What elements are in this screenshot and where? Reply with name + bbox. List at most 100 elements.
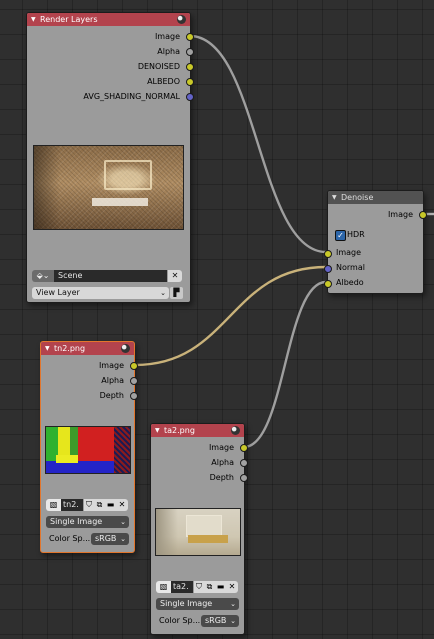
preview-sink-counter bbox=[92, 198, 148, 206]
render-layers-node[interactable]: ▼ Render Layers Image Alpha DENOISED ALB… bbox=[26, 12, 194, 303]
preview-yellow-region bbox=[58, 427, 70, 457]
output-image-socket[interactable] bbox=[186, 33, 194, 41]
ta2-output-depth-label: Depth bbox=[209, 473, 234, 482]
ta2-source-value: Single Image bbox=[160, 599, 213, 608]
collapse-triangle-icon[interactable]: ▼ bbox=[332, 191, 337, 204]
tn2-unlink-button[interactable]: ✕ bbox=[116, 499, 128, 511]
tn2-header[interactable]: ▼ tn2.png bbox=[41, 342, 134, 355]
tn2-output-depth-socket[interactable] bbox=[130, 392, 138, 400]
denoise-output-image-label: Image bbox=[387, 210, 413, 219]
node-preview-sphere-icon[interactable] bbox=[121, 344, 130, 353]
ta2-output-alpha-label: Alpha bbox=[211, 458, 234, 467]
ta2-image-browse-button[interactable]: ▧ bbox=[156, 581, 171, 593]
tn2-image-node[interactable]: ▼ tn2.png Image Alpha Depth ▧ tn2. ⛉ ⧉ ▬… bbox=[40, 341, 138, 553]
tn2-source-value: Single Image bbox=[50, 517, 103, 526]
tn2-output-alpha-socket[interactable] bbox=[130, 377, 138, 385]
ta2-image-node[interactable]: ▼ ta2.png Image Alpha Depth ▧ ta2. ⛉ ⧉ ▬… bbox=[150, 423, 248, 635]
denoise-title: Denoise bbox=[341, 193, 374, 202]
denoise-node[interactable]: ▼ Denoise Image ✓ HDR Image Normal Albed… bbox=[324, 190, 427, 294]
collapse-triangle-icon[interactable]: ▼ bbox=[31, 13, 36, 26]
render-active-scene-icon[interactable]: ▛ bbox=[170, 287, 183, 299]
denoise-output-image-socket[interactable] bbox=[419, 211, 427, 219]
preview-doorway bbox=[156, 509, 178, 555]
tn2-image-name-field[interactable]: tn2. bbox=[61, 499, 83, 511]
ta2-duplicate-icon[interactable]: ⧉ bbox=[204, 581, 215, 593]
tn2-fake-user-icon[interactable]: ⛉ bbox=[84, 499, 94, 511]
output-denoised-label: DENOISED bbox=[137, 62, 180, 71]
preview-mirror-glow bbox=[104, 160, 152, 190]
node-preview-sphere-icon[interactable] bbox=[177, 15, 186, 24]
render-preview-image bbox=[33, 145, 184, 230]
preview-mirror bbox=[186, 515, 222, 537]
scene-name-field[interactable]: Scene bbox=[54, 270, 167, 282]
denoise-input-normal-socket[interactable] bbox=[324, 265, 332, 273]
output-alpha-label: Alpha bbox=[157, 47, 180, 56]
node-preview-sphere-icon[interactable] bbox=[231, 426, 240, 435]
denoise-input-normal-label: Normal bbox=[336, 263, 365, 272]
chevron-down-icon: ⌄ bbox=[160, 289, 166, 297]
output-avg-shading-normal-socket[interactable] bbox=[186, 93, 194, 101]
link-ta2-image-to-denoise-albedo[interactable] bbox=[243, 280, 327, 449]
output-avg-shading-normal-label: AVG_SHADING_NORMAL bbox=[83, 92, 180, 101]
tn2-color-space-dropdown[interactable]: sRGB ⌄ bbox=[91, 533, 129, 545]
denoise-header[interactable]: ▼ Denoise bbox=[328, 191, 423, 204]
preview-dark-doorway bbox=[34, 146, 60, 229]
preview-noise-region bbox=[114, 427, 130, 473]
chevron-down-icon: ⌄ bbox=[230, 600, 236, 608]
ta2-output-alpha-socket[interactable] bbox=[240, 459, 248, 467]
tn2-output-image-label: Image bbox=[98, 361, 124, 370]
ta2-header[interactable]: ▼ ta2.png bbox=[151, 424, 244, 437]
output-albedo-label: ALBEDO bbox=[147, 77, 180, 86]
chevron-down-icon: ⌄ bbox=[230, 617, 236, 625]
tn2-color-space-label: Color Sp... bbox=[49, 534, 91, 543]
tn2-title: tn2.png bbox=[54, 344, 86, 353]
ta2-output-image-label: Image bbox=[208, 443, 234, 452]
collapse-triangle-icon[interactable]: ▼ bbox=[155, 424, 160, 437]
ta2-title: ta2.png bbox=[164, 426, 195, 435]
output-image-label: Image bbox=[154, 32, 180, 41]
chevron-down-icon: ⌄ bbox=[120, 535, 126, 543]
denoise-input-albedo-label: Albedo bbox=[336, 278, 364, 287]
tn2-output-image-socket[interactable] bbox=[130, 362, 138, 370]
collapse-triangle-icon[interactable]: ▼ bbox=[45, 342, 50, 355]
ta2-color-space-value: sRGB bbox=[205, 616, 227, 625]
chevron-down-icon: ⌄ bbox=[120, 518, 126, 526]
ta2-image-name-field[interactable]: ta2. bbox=[171, 581, 193, 593]
link-render-image-to-denoise-image[interactable] bbox=[189, 34, 327, 254]
tn2-output-alpha-label: Alpha bbox=[101, 376, 124, 385]
output-albedo-socket[interactable] bbox=[186, 78, 194, 86]
ta2-albedo-preview bbox=[155, 508, 241, 556]
hdr-checkbox[interactable]: ✓ bbox=[335, 230, 346, 241]
tn2-duplicate-icon[interactable]: ⧉ bbox=[94, 499, 105, 511]
ta2-color-space-label: Color Sp... bbox=[159, 616, 201, 625]
tn2-normal-preview bbox=[45, 426, 131, 474]
denoise-input-albedo-socket[interactable] bbox=[324, 280, 332, 288]
ta2-unlink-button[interactable]: ✕ bbox=[226, 581, 238, 593]
ta2-output-image-socket[interactable] bbox=[240, 444, 248, 452]
view-layer-dropdown[interactable]: View Layer ⌄ bbox=[32, 287, 169, 299]
tn2-open-folder-icon[interactable]: ▬ bbox=[105, 499, 116, 511]
tn2-image-browse-button[interactable]: ▧ bbox=[46, 499, 61, 511]
render-layers-header[interactable]: ▼ Render Layers bbox=[27, 13, 190, 26]
preview-yellow-ledge bbox=[56, 455, 78, 463]
tn2-source-dropdown[interactable]: Single Image ⌄ bbox=[46, 516, 129, 528]
tn2-output-depth-label: Depth bbox=[99, 391, 124, 400]
hdr-label: HDR bbox=[347, 230, 365, 239]
preview-dark-green-region bbox=[70, 427, 78, 457]
ta2-open-folder-icon[interactable]: ▬ bbox=[215, 581, 226, 593]
tn2-color-space-value: sRGB bbox=[95, 534, 117, 543]
output-denoised-socket[interactable] bbox=[186, 63, 194, 71]
denoise-input-image-label: Image bbox=[336, 248, 362, 257]
ta2-fake-user-icon[interactable]: ⛉ bbox=[194, 581, 204, 593]
preview-red-region bbox=[78, 427, 114, 461]
scene-browse-button[interactable]: ⬙⌄ bbox=[32, 270, 54, 282]
ta2-source-dropdown[interactable]: Single Image ⌄ bbox=[156, 598, 239, 610]
denoise-input-image-socket[interactable] bbox=[324, 250, 332, 258]
render-layers-title: Render Layers bbox=[40, 15, 98, 24]
view-layer-label: View Layer bbox=[36, 288, 80, 297]
ta2-output-depth-socket[interactable] bbox=[240, 474, 248, 482]
preview-counter bbox=[188, 535, 228, 543]
ta2-color-space-dropdown[interactable]: sRGB ⌄ bbox=[201, 615, 239, 627]
scene-clear-button[interactable]: ✕ bbox=[168, 270, 182, 282]
output-alpha-socket[interactable] bbox=[186, 48, 194, 56]
